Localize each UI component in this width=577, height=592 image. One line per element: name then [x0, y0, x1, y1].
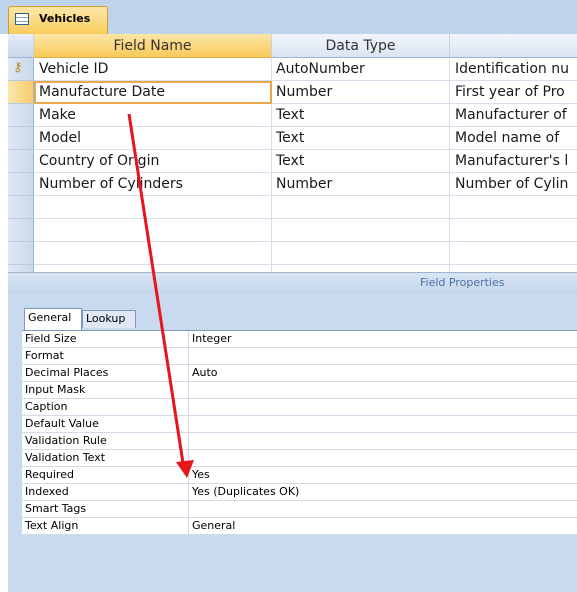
property-label: Input Mask [22, 382, 189, 398]
data-type-cell[interactable]: AutoNumber [272, 58, 450, 81]
property-row: Text Align General [22, 518, 577, 535]
field-properties-bar: Field Properties [8, 272, 577, 294]
property-label: Field Size [22, 331, 189, 347]
property-row: Smart Tags [22, 501, 577, 518]
property-label: Smart Tags [22, 501, 189, 517]
row-selector[interactable] [8, 196, 34, 219]
field-row[interactable]: ⚷ Vehicle ID AutoNumber Identification nu [8, 58, 577, 81]
description-cell[interactable] [450, 219, 577, 242]
field-name-cell[interactable] [34, 242, 272, 265]
data-type-cell[interactable] [272, 242, 450, 265]
data-type-cell[interactable]: Text [272, 104, 450, 127]
row-selector[interactable] [8, 219, 34, 242]
description-cell[interactable] [450, 196, 577, 219]
description-cell[interactable]: Model name of [450, 127, 577, 150]
property-row: Validation Rule [22, 433, 577, 450]
table-design-grid: Field Name Data Type ⚷ Vehicle ID AutoNumb… [8, 34, 577, 288]
description-column-header[interactable] [450, 34, 577, 58]
tab-general[interactable]: General [24, 308, 82, 330]
property-value[interactable]: Auto [189, 365, 218, 381]
field-name-cell[interactable] [34, 219, 272, 242]
field-name-cell[interactable]: Model [34, 127, 272, 150]
property-row: Format [22, 348, 577, 365]
property-label: Default Value [22, 416, 189, 432]
property-label: Text Align [22, 518, 189, 534]
field-row[interactable] [8, 242, 577, 265]
property-value[interactable] [189, 416, 192, 432]
field-name-cell[interactable]: Number of Cylinders [34, 173, 272, 196]
field-name-cell[interactable]: Vehicle ID [34, 58, 272, 81]
field-properties-pane: Lookup General Field Size Integer Format De… [8, 294, 577, 592]
row-selector[interactable] [8, 127, 34, 150]
property-value[interactable] [189, 348, 192, 364]
field-name-column-header[interactable]: Field Name [34, 34, 272, 58]
property-value[interactable]: Integer [189, 331, 232, 347]
field-row[interactable]: Model Text Model name of [8, 127, 577, 150]
field-row[interactable] [8, 219, 577, 242]
property-value[interactable] [189, 450, 192, 466]
property-row: Input Mask [22, 382, 577, 399]
field-name-cell[interactable]: Country of Origin [34, 150, 272, 173]
data-type-cell[interactable]: Text [272, 127, 450, 150]
description-cell[interactable]: Number of Cylin [450, 173, 577, 196]
row-selector[interactable] [8, 150, 34, 173]
property-value[interactable] [189, 501, 192, 517]
field-row[interactable]: Manufacture Date Number First year of Pro [8, 81, 577, 104]
property-label: Indexed [22, 484, 189, 500]
description-cell[interactable]: Manufacturer's l [450, 150, 577, 173]
property-value[interactable] [189, 399, 192, 415]
data-type-cell[interactable]: Text [272, 150, 450, 173]
property-row: Field Size Integer [22, 331, 577, 348]
property-row: Decimal Places Auto [22, 365, 577, 382]
property-label: Validation Rule [22, 433, 189, 449]
row-selector[interactable] [8, 104, 34, 127]
field-row[interactable]: Number of Cylinders Number Number of Cylin [8, 173, 577, 196]
description-cell[interactable]: Identification nu [450, 58, 577, 81]
description-cell[interactable]: Manufacturer of [450, 104, 577, 127]
field-properties-title: Field Properties [420, 276, 505, 289]
property-label: Caption [22, 399, 189, 415]
field-row[interactable]: Make Text Manufacturer of [8, 104, 577, 127]
tab-lookup[interactable]: Lookup [82, 310, 136, 328]
property-row: Indexed Yes (Duplicates OK) [22, 484, 577, 501]
property-row: Caption [22, 399, 577, 416]
property-label: Required [22, 467, 189, 483]
description-cell[interactable] [450, 242, 577, 265]
property-value[interactable] [189, 382, 192, 398]
property-value[interactable]: Yes (Duplicates OK) [189, 484, 299, 500]
field-name-cell[interactable]: Manufacture Date [34, 81, 272, 104]
document-tab-strip: Vehicles [0, 0, 577, 34]
field-row[interactable] [8, 196, 577, 219]
property-row: Required Yes [22, 467, 577, 484]
field-name-cell[interactable] [34, 196, 272, 219]
field-name-cell[interactable]: Make [34, 104, 272, 127]
property-value[interactable]: General [189, 518, 235, 534]
document-tab-label: Vehicles [39, 12, 91, 25]
primary-key-icon: ⚷ [13, 60, 23, 75]
properties-table: Field Size Integer Format Decimal Places Aut… [22, 330, 577, 535]
table-icon [15, 13, 29, 25]
property-row: Validation Text [22, 450, 577, 467]
field-row[interactable]: Country of Origin Text Manufacturer's l [8, 150, 577, 173]
property-label: Validation Text [22, 450, 189, 466]
data-type-cell[interactable]: Number [272, 173, 450, 196]
data-type-cell[interactable] [272, 196, 450, 219]
row-selector[interactable] [8, 173, 34, 196]
document-tab-vehicles[interactable]: Vehicles [8, 6, 108, 34]
property-label: Format [22, 348, 189, 364]
description-cell[interactable]: First year of Pro [450, 81, 577, 104]
data-type-cell[interactable] [272, 219, 450, 242]
row-selector[interactable]: ⚷ [8, 58, 34, 81]
property-value[interactable]: Yes [189, 467, 210, 483]
property-row: Default Value [22, 416, 577, 433]
property-label: Decimal Places [22, 365, 189, 381]
row-selector-header[interactable] [8, 34, 34, 58]
row-selector[interactable] [8, 81, 34, 104]
property-value[interactable] [189, 433, 192, 449]
data-type-column-header[interactable]: Data Type [272, 34, 450, 58]
data-type-cell[interactable]: Number [272, 81, 450, 104]
row-selector[interactable] [8, 242, 34, 265]
